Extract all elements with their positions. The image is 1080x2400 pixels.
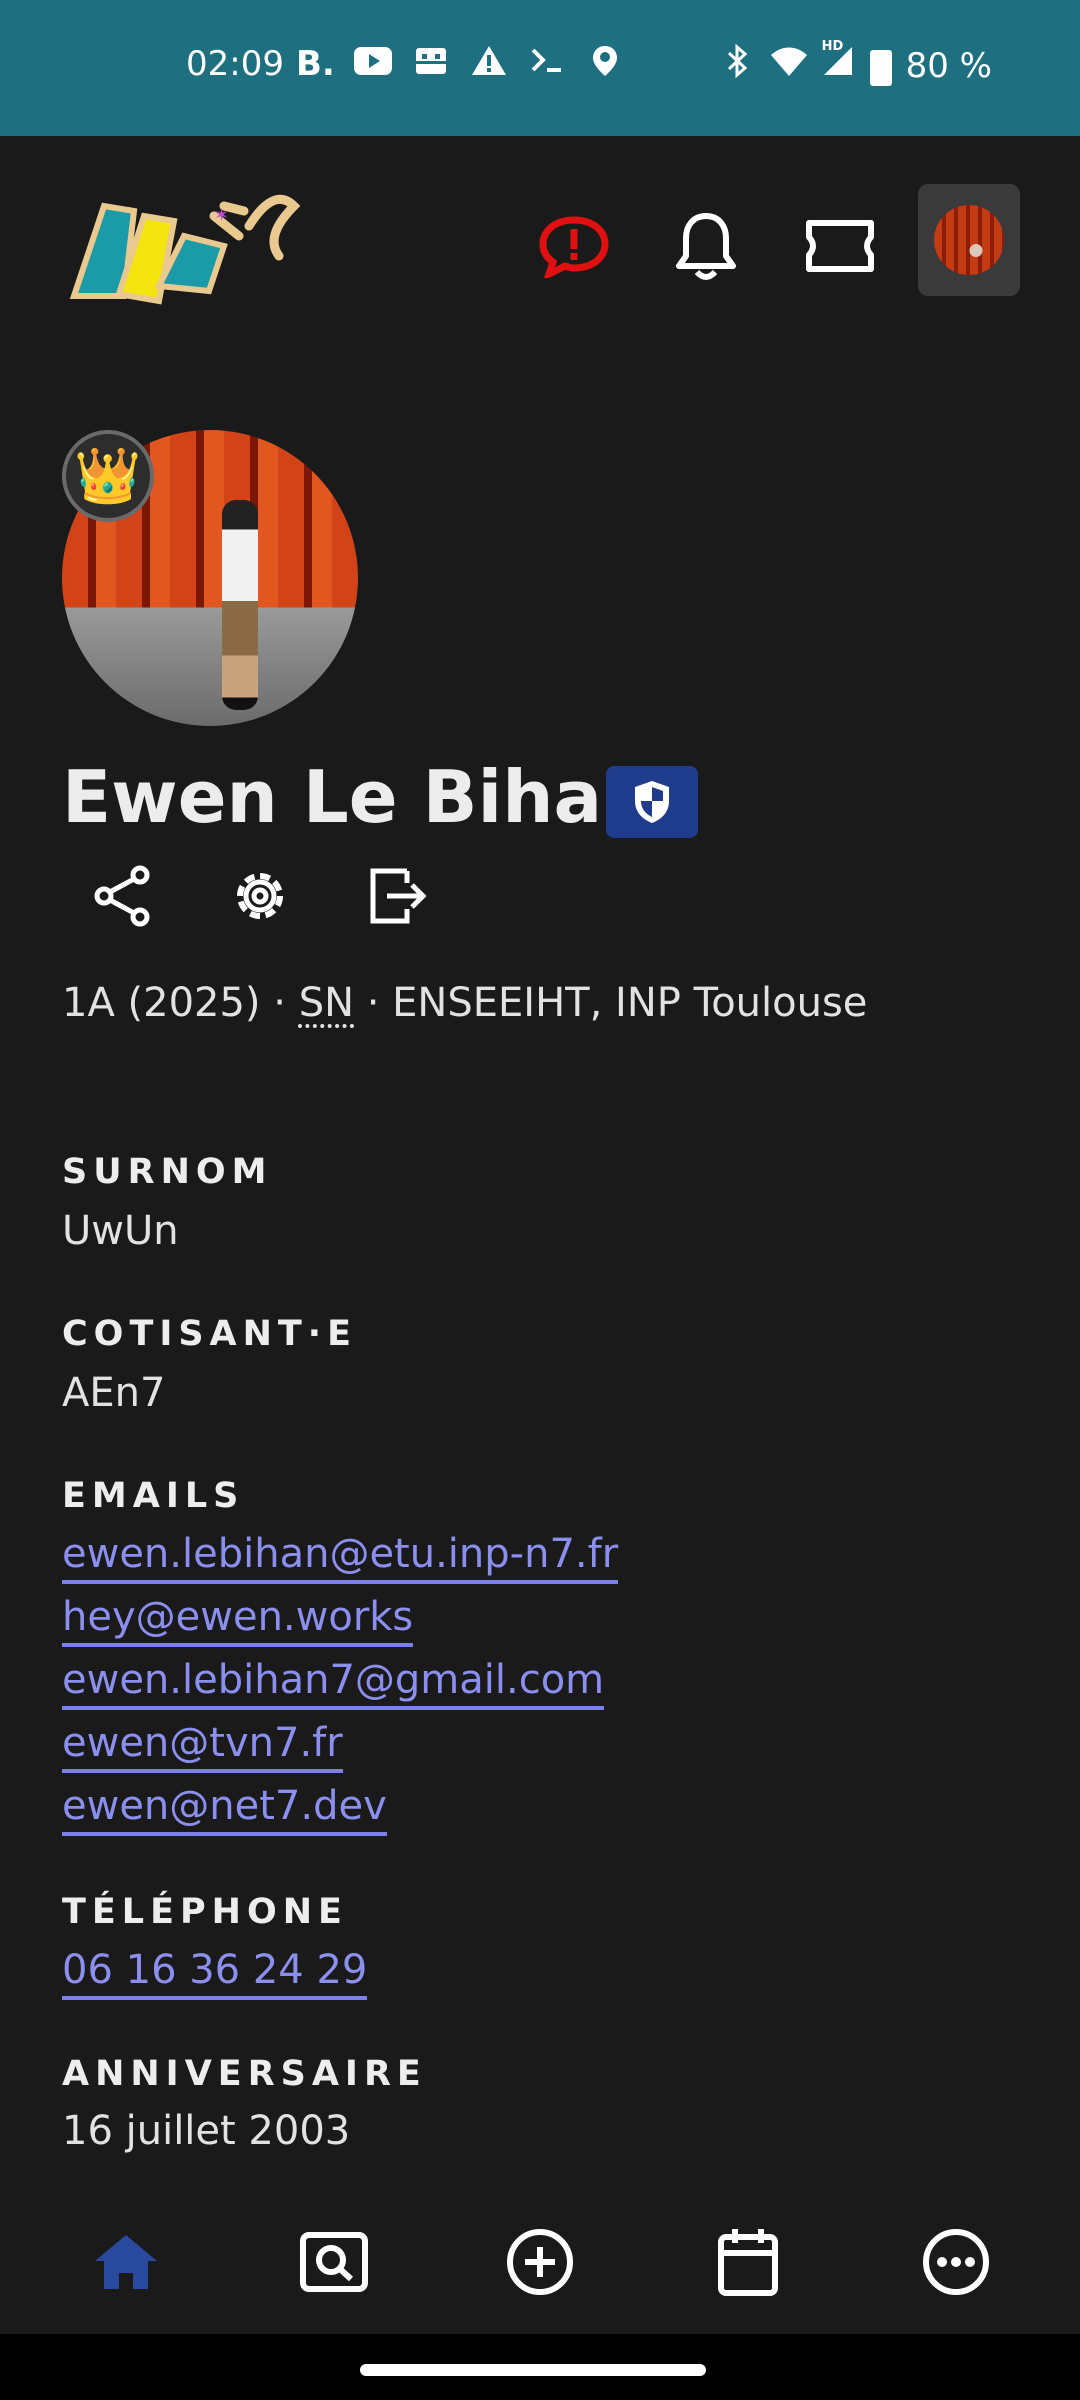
shield-icon bbox=[635, 781, 669, 823]
warning-icon bbox=[470, 44, 508, 87]
email-link[interactable]: ewen@net7.dev bbox=[62, 1782, 387, 1836]
more-icon bbox=[923, 2229, 989, 2295]
home-gesture-handle[interactable] bbox=[360, 2364, 706, 2376]
crown-badge: 👑 bbox=[62, 430, 154, 522]
email-link[interactable]: ewen.lebihan@etu.inp-n7.fr bbox=[62, 1530, 619, 1584]
nav-more[interactable] bbox=[914, 2220, 998, 2304]
nav-calendar[interactable] bbox=[706, 2220, 790, 2304]
ticket-icon[interactable] bbox=[800, 206, 880, 286]
bottom-navigation bbox=[0, 2190, 1080, 2334]
screen: 02:09 B. HD 80 % ✶ 👑 Ewen Le Bihan 1A (2… bbox=[0, 0, 1080, 2400]
account-avatar-button[interactable] bbox=[918, 184, 1020, 296]
nav-search[interactable] bbox=[292, 2220, 376, 2304]
battery-percent: 80 % bbox=[905, 45, 992, 86]
home-icon bbox=[95, 2235, 157, 2289]
svg-text:✶: ✶ bbox=[214, 205, 229, 226]
status-bar: 02:09 B. HD 80 % bbox=[0, 0, 1080, 136]
profile-picture-person bbox=[222, 500, 258, 710]
nav-home[interactable] bbox=[84, 2220, 168, 2304]
status-time: 02:09 bbox=[186, 44, 284, 84]
hd-label: HD bbox=[821, 39, 844, 54]
member-label: COTISANT·E bbox=[62, 1314, 358, 1354]
signal-icon: HD bbox=[820, 39, 856, 86]
bluetooth-icon bbox=[720, 43, 756, 87]
terminal-icon bbox=[528, 44, 566, 87]
b-notification-icon: B. bbox=[296, 44, 335, 84]
nickname-value: UwUn bbox=[62, 1208, 179, 1254]
location-icon bbox=[586, 44, 624, 87]
birthday-label: ANNIVERSAIRE bbox=[62, 2054, 427, 2094]
admin-badge[interactable] bbox=[606, 766, 698, 838]
settings-icon[interactable] bbox=[222, 858, 298, 934]
crown-icon: 👑 bbox=[74, 444, 142, 507]
alert-chat-icon[interactable] bbox=[534, 206, 614, 286]
profile-name: Ewen Le Bihan bbox=[62, 755, 654, 839]
emails-label: EMAILS bbox=[62, 1476, 245, 1516]
email-link[interactable]: hey@ewen.works bbox=[62, 1593, 414, 1647]
wifi-icon bbox=[770, 46, 807, 86]
email-link[interactable]: ewen@tvn7.fr bbox=[62, 1719, 343, 1773]
notification-icons: B. bbox=[296, 44, 624, 87]
phone-label: TÉLÉPHONE bbox=[62, 1892, 348, 1932]
school-name: · ENSEEIHT, INP Toulouse bbox=[354, 980, 868, 1026]
add-icon bbox=[507, 2229, 573, 2295]
search-icon bbox=[300, 2232, 368, 2292]
android-icon bbox=[412, 44, 450, 87]
nickname-label: SURNOM bbox=[62, 1152, 273, 1192]
aen7-logo-art: ✶ bbox=[69, 194, 301, 305]
calendar-icon bbox=[718, 2229, 778, 2296]
app-bar: ✶ bbox=[0, 136, 1080, 346]
birthday-value: 16 juillet 2003 bbox=[62, 2108, 351, 2154]
phone-link[interactable]: 06 16 36 24 29 bbox=[62, 1946, 368, 2000]
avatar bbox=[934, 205, 1004, 275]
bell-icon[interactable] bbox=[666, 206, 746, 286]
member-value: AEn7 bbox=[62, 1370, 166, 1416]
system-icons: HD 80 % bbox=[720, 39, 992, 87]
youtube-icon bbox=[354, 44, 392, 87]
gesture-bar bbox=[0, 2334, 1080, 2400]
logout-icon[interactable] bbox=[360, 858, 436, 934]
major-abbreviation[interactable]: SN bbox=[299, 980, 354, 1026]
profile-subtitle: 1A (2025) · SN · ENSEEIHT, INP Toulouse bbox=[62, 980, 867, 1026]
nav-add[interactable] bbox=[498, 2220, 582, 2304]
aen7-logo[interactable]: ✶ bbox=[64, 176, 314, 316]
year-and-promo: 1A (2025) · bbox=[62, 980, 299, 1026]
email-link[interactable]: ewen.lebihan7@gmail.com bbox=[62, 1656, 605, 1710]
share-icon[interactable] bbox=[84, 858, 160, 934]
battery-icon bbox=[869, 49, 892, 86]
